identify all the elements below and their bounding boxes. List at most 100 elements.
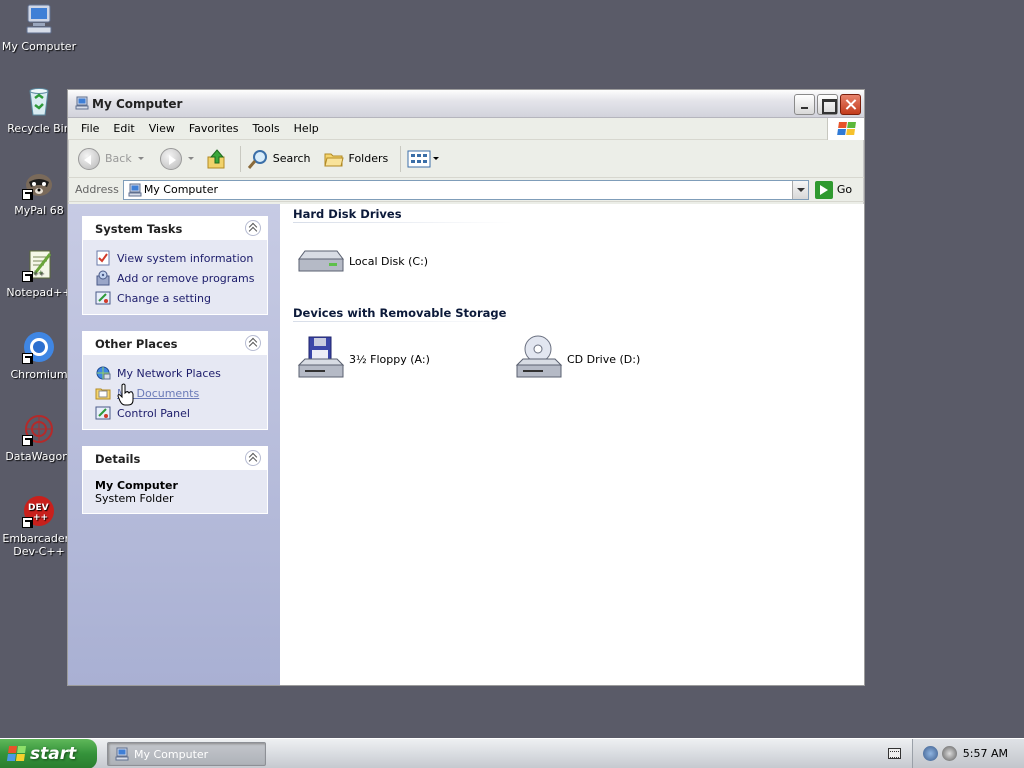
drive-floppy-a[interactable]: 3½ Floppy (A:) xyxy=(295,335,430,383)
go-arrow-icon xyxy=(814,180,833,199)
views-dropdown-icon xyxy=(433,157,440,160)
group-divider xyxy=(293,222,513,223)
content-pane: Hard Disk Drives Local Disk (C:) Devices… xyxy=(280,204,864,685)
minimize-button[interactable] xyxy=(794,94,815,115)
collapse-chevron-icon[interactable] xyxy=(245,220,261,236)
system-tasks-panel: System Tasks View system information Add… xyxy=(82,216,268,315)
datawagon-icon xyxy=(22,412,56,446)
svg-text:++: ++ xyxy=(33,513,48,523)
details-panel: Details My Computer System Folder xyxy=(82,446,268,514)
drive-label: CD Drive (D:) xyxy=(567,352,641,366)
notepadpp-icon: ++ xyxy=(22,248,56,282)
address-label: Address xyxy=(75,183,119,196)
folders-label: Folders xyxy=(348,152,389,165)
svg-text:++: ++ xyxy=(32,269,44,277)
my-computer-icon xyxy=(22,2,56,36)
search-icon xyxy=(247,149,267,169)
other-places-body: My Network Places My Documents Control P… xyxy=(83,355,267,429)
drive-local-disk-c[interactable]: Local Disk (C:) xyxy=(295,237,428,285)
back-button[interactable]: Back xyxy=(78,147,144,170)
forward-arrow-icon xyxy=(159,147,182,170)
toolbar-separator xyxy=(239,145,241,172)
other-places-header[interactable]: Other Places xyxy=(83,332,267,355)
system-tasks-header[interactable]: System Tasks xyxy=(83,217,267,240)
folders-button[interactable]: Folders xyxy=(323,148,389,170)
forward-dropdown-icon[interactable] xyxy=(187,157,194,160)
back-label: Back xyxy=(105,152,132,165)
system-tray: 5:57 AM xyxy=(912,739,1024,768)
menu-view[interactable]: View xyxy=(142,122,182,135)
system-tasks-body: View system information Add or remove pr… xyxy=(83,240,267,314)
forward-button[interactable] xyxy=(159,147,194,170)
back-dropdown-icon[interactable] xyxy=(137,157,144,160)
shortcut-arrow-icon xyxy=(22,271,33,282)
my-documents-icon xyxy=(95,388,111,400)
window-titlebar[interactable]: My Computer xyxy=(68,90,864,118)
go-button[interactable]: Go xyxy=(814,180,853,199)
folders-icon xyxy=(323,153,344,166)
menu-bar: File Edit View Favorites Tools Help xyxy=(68,118,864,140)
task-pane: System Tasks View system information Add… xyxy=(68,204,280,685)
menu-favorites[interactable]: Favorites xyxy=(182,122,246,135)
devcpp-icon: DEV ++ xyxy=(22,494,56,528)
address-input[interactable]: My Computer xyxy=(122,179,809,200)
close-button[interactable] xyxy=(840,94,861,115)
task-change-setting[interactable]: Change a setting xyxy=(95,288,267,308)
chromium-icon xyxy=(22,330,56,364)
taskbar: start My Computer 5:57 AM xyxy=(0,738,1024,768)
details-item-type: System Folder xyxy=(95,492,174,505)
control-panel-icon xyxy=(95,291,111,305)
shortcut-arrow-icon xyxy=(22,189,33,200)
task-view-system-information[interactable]: View system information xyxy=(95,248,267,268)
windows-logo xyxy=(827,118,864,140)
menu-tools[interactable]: Tools xyxy=(246,122,287,135)
address-bar: Address My Computer Go xyxy=(68,178,864,202)
place-my-network-places[interactable]: My Network Places xyxy=(95,363,267,383)
details-header[interactable]: Details xyxy=(83,447,267,470)
start-button[interactable]: start xyxy=(0,739,97,768)
my-computer-window: My Computer File Edit View Favorites Too… xyxy=(67,89,865,686)
menu-edit[interactable]: Edit xyxy=(106,122,141,135)
go-label: Go xyxy=(836,183,853,196)
group-removable-storage: Devices with Removable Storage xyxy=(293,306,507,320)
cd-drive-icon xyxy=(515,335,563,378)
hand-cursor-icon xyxy=(117,383,134,406)
address-value: My Computer xyxy=(143,183,218,196)
taskbar-button-label: My Computer xyxy=(134,747,209,761)
mypal-raccoon-icon xyxy=(22,166,56,200)
desktop-icon-label: My Computer xyxy=(1,40,77,53)
volume-tray-icon[interactable] xyxy=(942,746,957,761)
my-computer-icon xyxy=(128,183,142,196)
maximize-button[interactable] xyxy=(817,94,838,115)
task-add-remove-programs[interactable]: Add or remove programs xyxy=(95,268,267,288)
shortcut-arrow-icon xyxy=(22,353,33,364)
network-places-icon xyxy=(96,366,111,380)
clock[interactable]: 5:57 AM xyxy=(963,747,1008,760)
menu-help[interactable]: Help xyxy=(287,122,326,135)
shortcut-arrow-icon xyxy=(22,435,33,446)
task-label: Control Panel xyxy=(117,406,190,420)
views-grid-icon xyxy=(407,150,431,167)
views-button[interactable] xyxy=(407,149,440,169)
taskbar-button-my-computer[interactable]: My Computer xyxy=(107,742,266,766)
recycle-bin-icon xyxy=(22,84,56,118)
other-places-panel: Other Places My Network Places My Docume… xyxy=(82,331,268,430)
task-label: Add or remove programs xyxy=(117,271,255,285)
task-label: View system information xyxy=(117,251,254,265)
start-label: start xyxy=(30,744,77,764)
address-dropdown-button[interactable] xyxy=(791,180,808,199)
collapse-chevron-icon[interactable] xyxy=(245,335,261,351)
collapse-chevron-icon[interactable] xyxy=(245,450,261,466)
up-folder-button[interactable] xyxy=(206,148,228,170)
my-computer-icon xyxy=(115,747,129,761)
details-title: Details xyxy=(95,452,141,466)
hard-disk-icon xyxy=(298,250,344,272)
window-title: My Computer xyxy=(92,97,183,111)
keyboard-language-icon[interactable] xyxy=(888,748,901,759)
search-button[interactable]: Search xyxy=(247,148,311,170)
menu-file[interactable]: File xyxy=(74,122,106,135)
drive-cd-d[interactable]: CD Drive (D:) xyxy=(513,335,640,383)
network-tray-icon[interactable] xyxy=(923,746,938,761)
group-hard-disk-drives: Hard Disk Drives xyxy=(293,207,402,221)
desktop-icon-my-computer[interactable]: My Computer xyxy=(0,2,78,53)
